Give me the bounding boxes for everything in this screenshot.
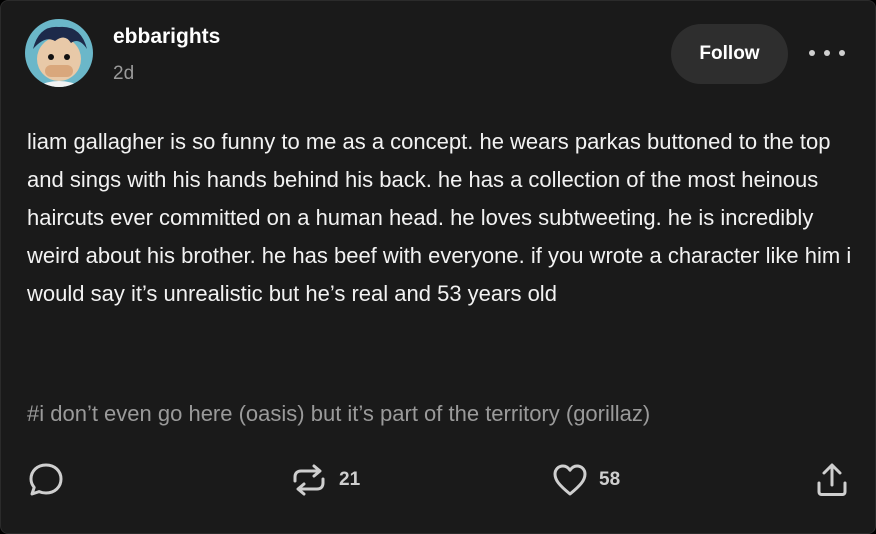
username[interactable]: ebbarights bbox=[113, 25, 220, 49]
reblog-count: 21 bbox=[339, 469, 361, 490]
post-card: ebbarights 2d Follow liam gallagher is s… bbox=[0, 0, 876, 534]
dot bbox=[839, 50, 845, 56]
post-tags[interactable]: #i don’t even go here (oasis) but it’s p… bbox=[27, 395, 857, 433]
reblog-button[interactable]: 21 bbox=[289, 461, 360, 499]
like-button[interactable]: 58 bbox=[551, 461, 620, 499]
follow-button[interactable]: Follow bbox=[671, 24, 788, 84]
post-timestamp[interactable]: 2d bbox=[113, 63, 134, 85]
reply-button[interactable] bbox=[27, 461, 65, 499]
like-count: 58 bbox=[599, 469, 621, 490]
share-upload-icon bbox=[817, 463, 847, 496]
speech-bubble-icon bbox=[29, 463, 63, 496]
reblog-arrows-icon bbox=[293, 464, 325, 496]
avatar-image bbox=[25, 19, 93, 87]
dot bbox=[809, 50, 815, 56]
post-body: liam gallagher is so funny to me as a co… bbox=[27, 129, 852, 306]
dot bbox=[824, 50, 830, 56]
share-button[interactable] bbox=[813, 461, 851, 499]
more-options-icon[interactable] bbox=[809, 41, 845, 65]
heart-icon bbox=[553, 464, 587, 496]
avatar[interactable] bbox=[25, 19, 93, 87]
